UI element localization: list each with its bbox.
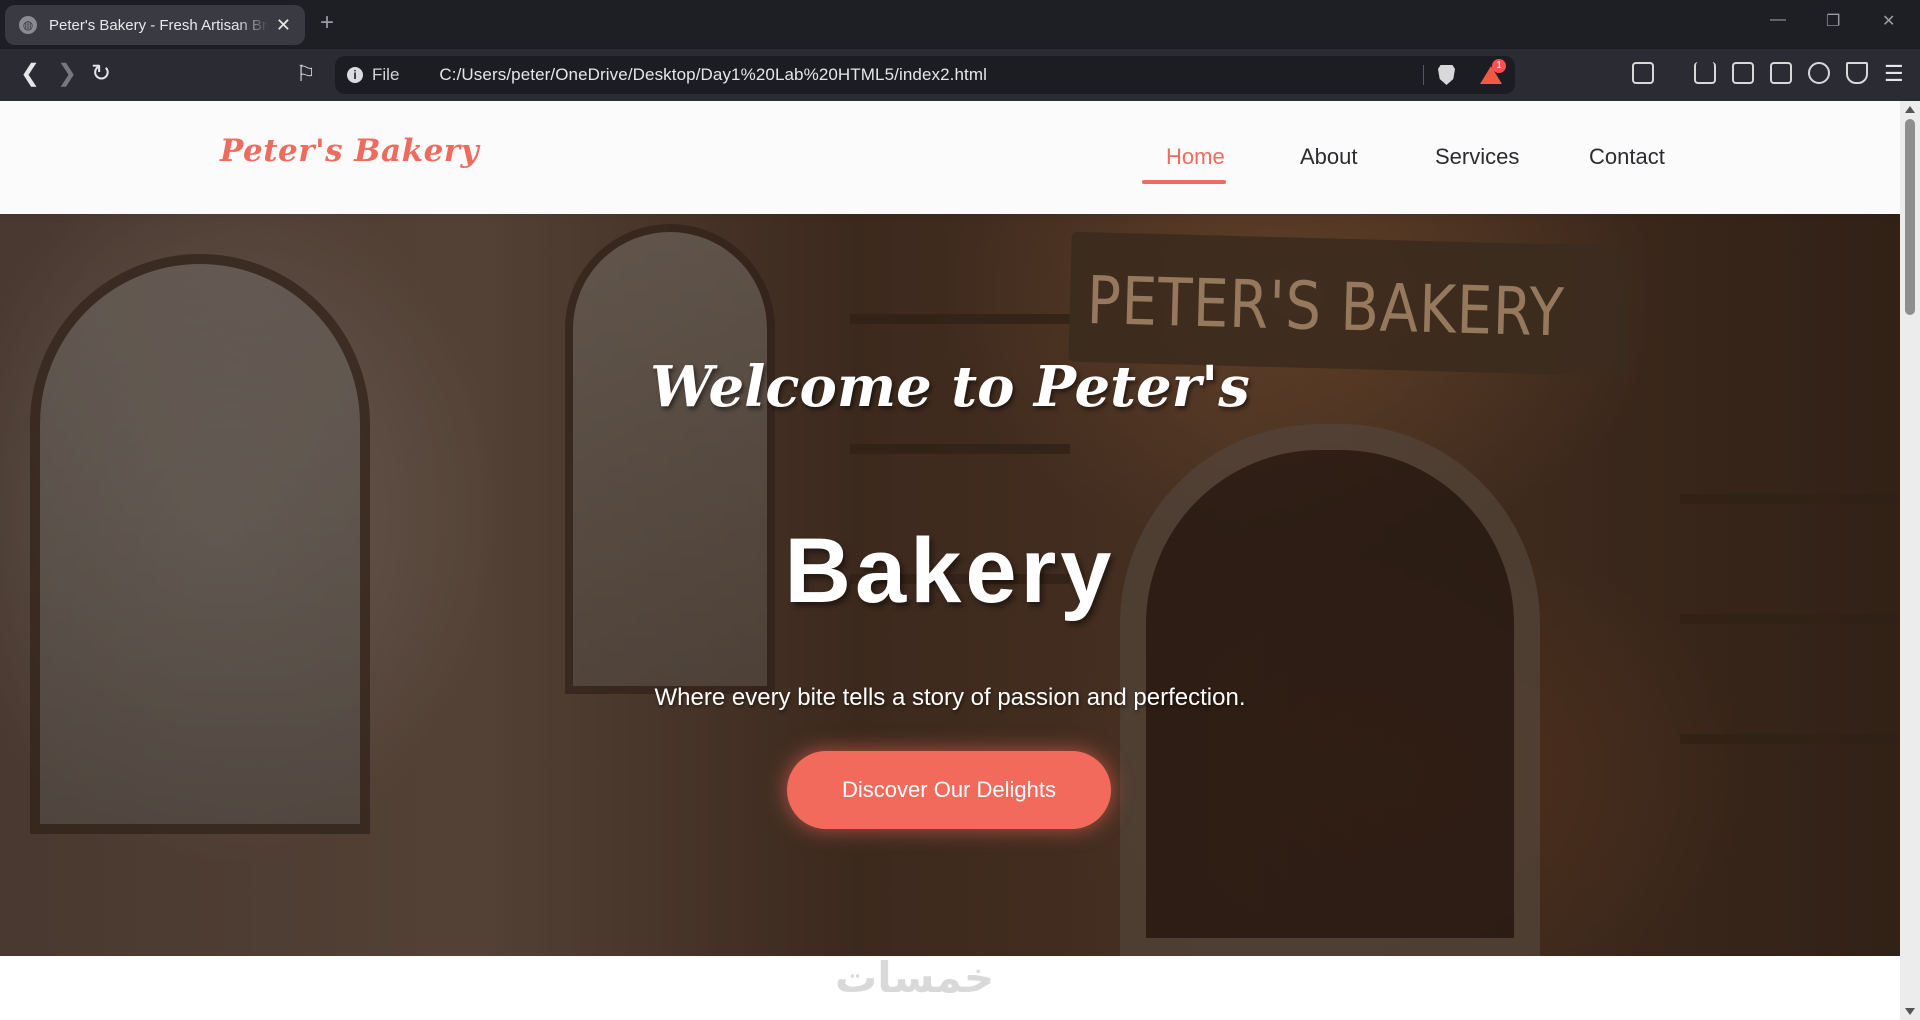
scroll-up-arrow-icon[interactable] [1905,106,1915,113]
divider [1423,65,1424,85]
hero-subtitle: Welcome to Peter's [650,354,1250,420]
hero-description: Where every bite tells a story of passio… [654,684,1246,711]
url-scheme: File [372,65,400,84]
download-icon[interactable] [1694,62,1716,84]
restore-button[interactable]: ❐ [1826,11,1840,31]
new-tab-button[interactable]: + [320,9,334,37]
sidebar-icon[interactable] [1732,62,1754,84]
watermark: خمسات [835,953,995,1002]
back-button[interactable]: ❮ [20,61,40,87]
site-header: Peter's Bakery Home About Services Conta… [0,101,1900,214]
active-nav-indicator [1142,180,1226,184]
wallet-icon[interactable] [1770,62,1792,84]
bookmark-icon[interactable]: ⚐ [296,61,316,87]
vpn-icon[interactable] [1846,62,1868,84]
site-logo[interactable]: Peter's Bakery [220,133,479,169]
scroll-down-arrow-icon[interactable] [1905,1008,1915,1015]
info-icon[interactable]: i [347,67,363,83]
nav-home[interactable]: Home [1166,144,1225,170]
tab-title: Peter's Bakery - Fresh Artisan Bre [49,16,269,34]
minimize-button[interactable]: — [1770,11,1786,29]
leo-ai-icon[interactable] [1808,62,1830,84]
nav-contact[interactable]: Contact [1589,144,1665,170]
browser-toolbar: ❮ ❯ ↻ ⚐ i File C:/Users/peter/OneDrive/D… [0,49,1920,101]
forward-button[interactable]: ❯ [57,61,77,87]
brave-shields-icon[interactable] [1438,65,1455,85]
reader-icon[interactable] [1632,62,1654,84]
discover-button[interactable]: Discover Our Delights [787,751,1111,829]
address-bar[interactable]: i File C:/Users/peter/OneDrive/Desktop/D… [335,56,1515,94]
reload-button[interactable]: ↻ [91,61,111,87]
close-window-button[interactable]: ✕ [1882,11,1895,31]
page-viewport: Peter's Bakery Home About Services Conta… [0,101,1900,1020]
hero-section: PETER'S BAKERY Welcome to Peter's Bakery… [0,214,1900,956]
url-text[interactable]: C:/Users/peter/OneDrive/Desktop/Day1%20L… [439,65,987,85]
scroll-thumb[interactable] [1905,119,1915,315]
browser-tab[interactable]: ◍ Peter's Bakery - Fresh Artisan Bre ✕ [5,5,305,45]
page-scrollbar[interactable] [1900,101,1920,1020]
globe-icon: ◍ [19,16,37,34]
rewards-badge: 1 [1492,59,1506,73]
nav-services[interactable]: Services [1435,144,1519,170]
tab-close-icon[interactable]: ✕ [276,15,291,36]
browser-tab-bar: ◍ Peter's Bakery - Fresh Artisan Bre ✕ +… [0,0,1920,49]
nav-about[interactable]: About [1300,144,1358,170]
hero-title: Bakery [784,520,1116,622]
menu-icon[interactable]: ☰ [1884,61,1904,87]
